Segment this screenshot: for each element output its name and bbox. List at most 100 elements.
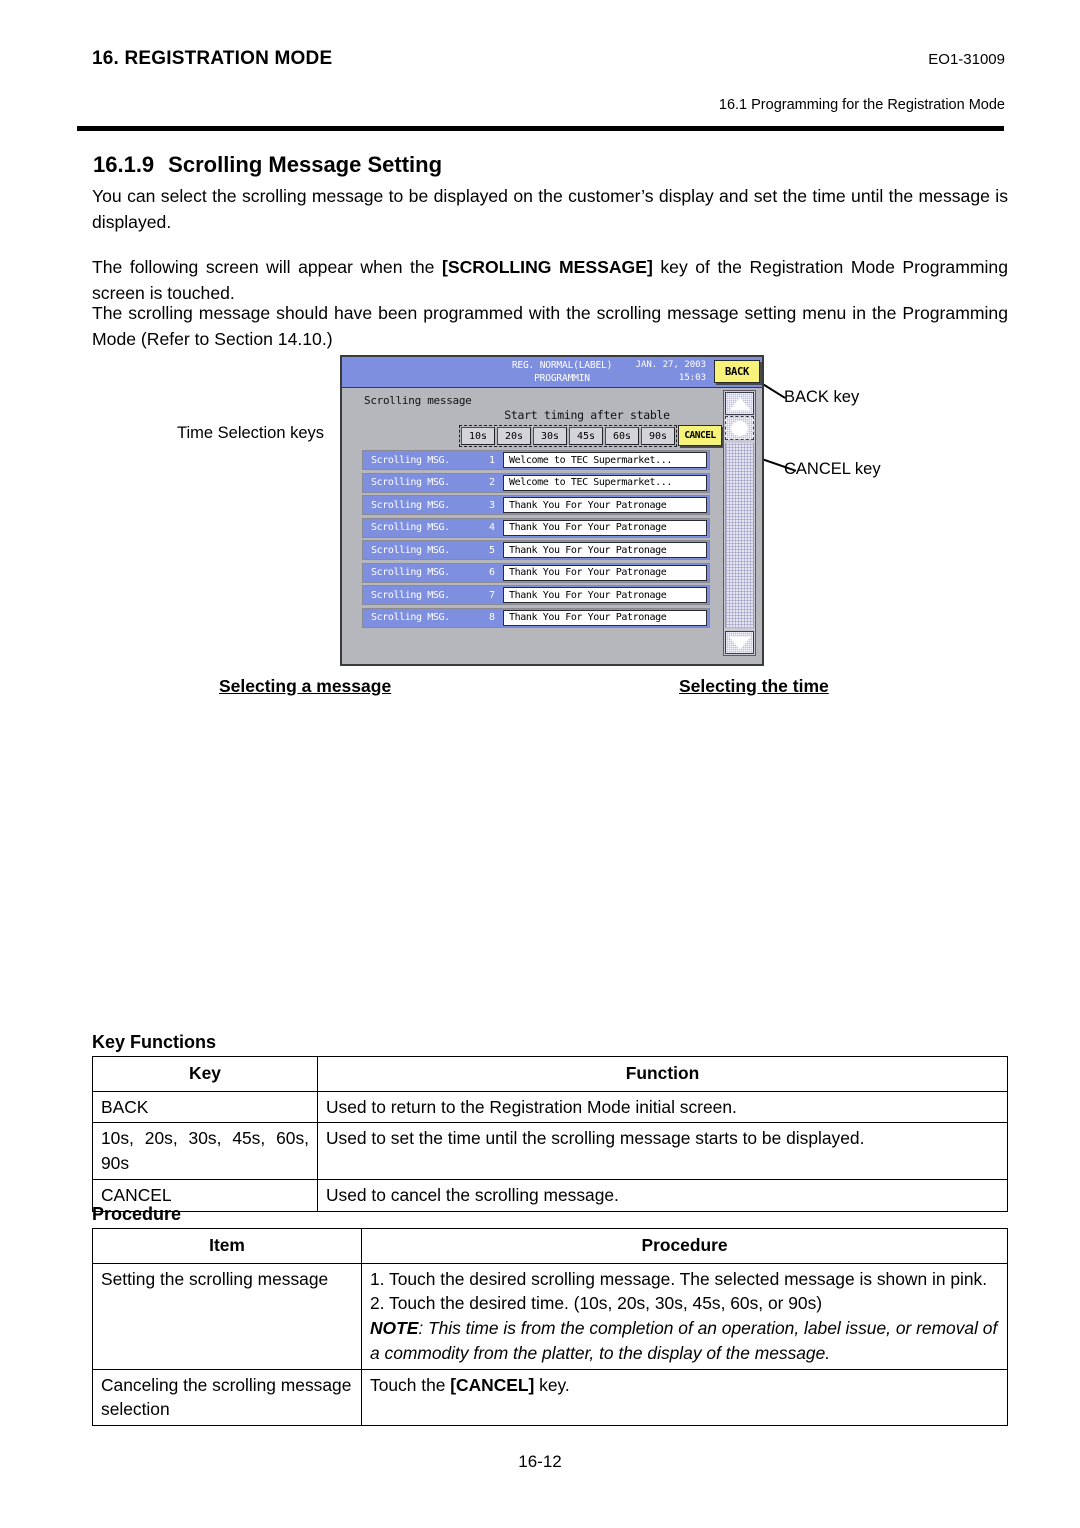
callout-cancel-key: CANCEL key (784, 460, 881, 478)
scrolling-message-index: 4 (488, 522, 496, 533)
key-cell-times: 10s, 20s, 30s, 45s, 60s, 90s (92, 1122, 318, 1180)
scroll-up-button[interactable] (725, 392, 754, 415)
scrolling-message-text[interactable]: Thank You For Your Patronage (503, 564, 707, 581)
function-cell-back: Used to return to the Registration Mode … (317, 1090, 1008, 1124)
table-row: Setting the scrolling message 1. Touch t… (92, 1262, 1008, 1370)
device-mode-label: REG. NORMAL(LABEL) PROGRAMMIN (462, 359, 662, 385)
time-selection-keys-group: 10s 20s 30s 45s 60s 90s (459, 425, 677, 447)
table-row: CANCEL Used to cancel the scrolling mess… (92, 1178, 1008, 1212)
section-number: 16.1.9 (93, 152, 155, 177)
scrolling-message-row[interactable]: Scrolling MSG. 3 Thank You For Your Patron… (362, 495, 710, 515)
scrolling-message-label: Scrolling MSG. (371, 544, 450, 556)
label-start-timing-after-stable: Start timing after stable (504, 408, 670, 422)
action-before: Touch the (370, 1374, 451, 1395)
column-header-key: Key (92, 1056, 318, 1092)
para2-before: The following screen will appear when th… (92, 257, 442, 277)
scroll-track[interactable] (725, 443, 754, 628)
figure-scrolling-message-screen: Time Selection keys BACK key CANCEL key … (0, 352, 1080, 692)
time-key-10s[interactable]: 10s (461, 427, 495, 445)
key-functions-table: Key Function BACK Used to return to the … (92, 1056, 1008, 1212)
cancel-button[interactable]: CANCEL (678, 425, 722, 446)
scrolling-message-index: 3 (488, 499, 496, 511)
scrolling-message-row[interactable]: Scrolling MSG. 2 Welcome to TEC Supermarke… (362, 472, 710, 493)
scrolling-message-text[interactable]: Thank You For Your Patronage (503, 519, 707, 536)
procedure-heading: Procedure (92, 1204, 182, 1224)
table-header-row: Item Procedure (92, 1228, 1008, 1264)
device-datetime: JAN. 27, 2003 15:03 (636, 359, 706, 385)
scrolling-message-label: Scrolling MSG. (371, 454, 450, 466)
page-header: 16. REGISTRATION MODE EO1-31009 (92, 48, 1005, 70)
scrolling-message-key-name: [SCROLLING MESSAGE] (442, 257, 653, 277)
scrolling-message-label: Scrolling MSG. (371, 589, 450, 601)
chapter-title: 16. REGISTRATION MODE (92, 48, 333, 69)
scrolling-message-row[interactable]: Scrolling MSG. 7 Thank You For Your Patron… (362, 585, 710, 605)
scrolling-message-row[interactable]: Scrolling MSG. 1 Welcome to TEC Supermarke… (362, 450, 710, 470)
scrolling-message-index: 2 (488, 477, 496, 488)
scrolling-message-index: 5 (488, 544, 496, 556)
scrollbar[interactable] (723, 390, 756, 656)
item-cell-setting-message: Setting the scrolling message (92, 1262, 362, 1370)
section-title-text: Scrolling Message Setting (168, 152, 443, 177)
scrolling-message-text[interactable]: Thank You For Your Patronage (503, 587, 707, 603)
item-cell-canceling-message: Canceling the scrolling message selectio… (92, 1368, 362, 1426)
scrolling-message-index: 7 (488, 589, 496, 601)
panel-label-scrolling-message: Scrolling message (364, 394, 472, 407)
time-key-20s[interactable]: 20s (497, 427, 531, 445)
scrolling-message-text[interactable]: Welcome to TEC Supermarket... (503, 452, 707, 468)
scrolling-message-label: Scrolling MSG. (371, 522, 450, 533)
time-key-45s[interactable]: 45s (569, 427, 603, 445)
procedure-note: NOTE: This time is from the completion o… (370, 1316, 999, 1365)
scrolling-message-text[interactable]: Thank You For Your Patronage (503, 542, 707, 558)
scrolling-message-list: Scrolling MSG. 1 Welcome to TEC Supermarke… (362, 450, 710, 630)
time-key-90s[interactable]: 90s (641, 427, 675, 445)
scrolling-message-index: 8 (488, 612, 496, 623)
table-header-row: Key Function (92, 1056, 1008, 1092)
callout-back-key: BACK key (784, 388, 860, 406)
back-button[interactable]: BACK (714, 360, 760, 383)
scrolling-message-index: 6 (488, 567, 496, 578)
scrolling-message-label: Scrolling MSG. (371, 567, 450, 578)
cancel-key-name: [CANCEL] (450, 1374, 535, 1395)
header-subtitle: 16.1 Programming for the Registration Mo… (718, 97, 1005, 113)
time-key-60s[interactable]: 60s (605, 427, 639, 445)
scrolling-message-text[interactable]: Thank You For Your Patronage (503, 609, 707, 626)
procedure-cell-setting-message: 1. Touch the desired scrolling message. … (361, 1262, 1008, 1370)
scrolling-message-label: Scrolling MSG. (371, 612, 450, 623)
triangle-down-icon (728, 636, 751, 649)
scroll-knob[interactable] (725, 416, 754, 440)
note-text: : This time is from the completion of an… (370, 1318, 998, 1363)
scrolling-message-row[interactable]: Scrolling MSG. 5 Thank You For Your Patron… (362, 540, 710, 560)
scrolling-message-row[interactable]: Scrolling MSG. 4 Thank You For Your Patron… (362, 517, 710, 538)
paragraph-programmed-note: The scrolling message should have been p… (92, 303, 1008, 349)
time-key-30s[interactable]: 30s (533, 427, 567, 445)
device-time: 15:03 (678, 373, 706, 383)
scroll-down-button[interactable] (725, 631, 754, 654)
document-number: EO1-31009 (928, 51, 1005, 68)
column-header-procedure: Procedure (361, 1228, 1008, 1264)
triangle-up-icon (728, 397, 751, 410)
circle-icon (731, 420, 748, 436)
table-row: Canceling the scrolling message selectio… (92, 1368, 1008, 1426)
scrolling-message-text[interactable]: Welcome to TEC Supermarket... (503, 474, 707, 491)
scrolling-message-label: Scrolling MSG. (371, 499, 450, 511)
column-header-item: Item (92, 1228, 362, 1264)
procedure-table: Item Procedure Setting the scrolling mes… (92, 1228, 1008, 1426)
scrolling-message-text[interactable]: Thank You For Your Patronage (503, 497, 707, 513)
procedure-step-1: 1. Touch the desired scrolling message. … (370, 1268, 988, 1289)
key-cell-back: BACK (92, 1090, 318, 1124)
function-cell-times: Used to set the time until the scrolling… (317, 1122, 1008, 1180)
procedure-step-2: 2. Touch the desired time. (10s, 20s, 30… (370, 1293, 823, 1314)
device-touch-screen: REG. NORMAL(LABEL) PROGRAMMIN JAN. 27, 2… (340, 355, 764, 666)
column-header-function: Function (317, 1056, 1008, 1092)
caption-selecting-the-time: Selecting the time (679, 676, 829, 696)
device-mode-line1: REG. NORMAL(LABEL) (511, 360, 613, 371)
scrolling-message-row[interactable]: Scrolling MSG. 6 Thank You For Your Patron… (362, 562, 710, 583)
caption-selecting-a-message: Selecting a message (219, 676, 392, 696)
function-cell-cancel: Used to cancel the scrolling message. (317, 1178, 1008, 1212)
note-label: NOTE (370, 1318, 419, 1339)
document-page: 16. REGISTRATION MODE EO1-31009 16.1 Pro… (0, 0, 1080, 1528)
page-number: 16-12 (518, 1452, 562, 1471)
scrolling-message-row[interactable]: Scrolling MSG. 8 Thank You For Your Patron… (362, 607, 710, 628)
device-mode-line2: PROGRAMMIN (534, 373, 590, 384)
table-row: 10s, 20s, 30s, 45s, 60s, 90s Used to set… (92, 1122, 1008, 1180)
